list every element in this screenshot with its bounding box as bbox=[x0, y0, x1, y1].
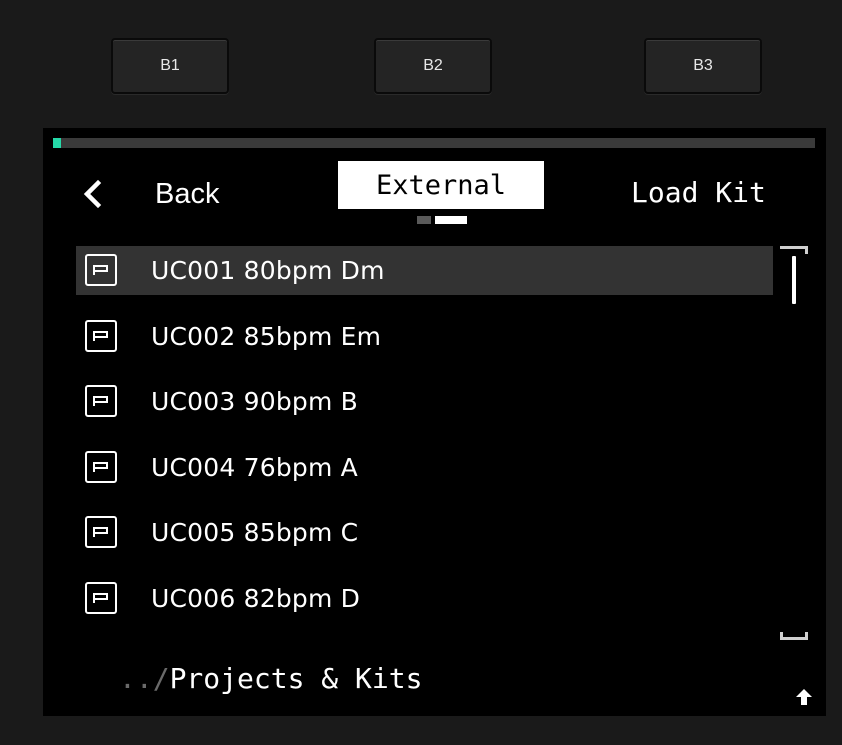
page-indicator-1 bbox=[417, 216, 431, 224]
hardware-button-b3[interactable]: B3 bbox=[644, 38, 762, 94]
preset-icon bbox=[85, 254, 117, 286]
preset-list: UC001 80bpm Dm UC002 85bpm Em UC003 90bp… bbox=[76, 246, 773, 640]
preset-icon bbox=[85, 385, 117, 418]
progress-bar-fill bbox=[53, 138, 61, 148]
list-item-label: UC006 82bpm D bbox=[151, 583, 361, 613]
list-item-label: UC002 85bpm Em bbox=[151, 321, 382, 351]
list-item[interactable]: UC001 80bpm Dm bbox=[76, 246, 773, 295]
preset-icon bbox=[85, 581, 117, 614]
scrollbar-bottom-cap bbox=[780, 632, 808, 640]
list-scrollbar[interactable] bbox=[777, 246, 811, 640]
list-item-label: UC004 76bpm A bbox=[151, 452, 358, 482]
list-item[interactable]: UC005 85bpm C bbox=[76, 508, 773, 557]
preset-icon bbox=[85, 516, 117, 549]
load-kit-button[interactable]: Load Kit bbox=[631, 172, 766, 212]
list-item[interactable]: UC002 85bpm Em bbox=[76, 312, 773, 361]
page-indicator-2 bbox=[435, 216, 467, 224]
breadcrumb-current: Projects & Kits bbox=[169, 662, 423, 695]
hardware-button-b2[interactable]: B2 bbox=[374, 38, 492, 94]
preset-icon bbox=[85, 319, 117, 352]
hardware-button-b1[interactable]: B1 bbox=[111, 38, 229, 94]
breadcrumb-parent: ../ bbox=[119, 662, 170, 695]
list-item[interactable]: UC004 76bpm A bbox=[76, 443, 773, 492]
chevron-left-icon bbox=[83, 179, 102, 209]
tab-external[interactable]: External bbox=[338, 161, 544, 209]
list-item-label: UC001 80bpm Dm bbox=[151, 256, 385, 285]
scrollbar-thumb[interactable] bbox=[792, 256, 796, 304]
scrollbar-top-cap bbox=[780, 246, 808, 254]
list-item[interactable]: UC003 90bpm B bbox=[76, 377, 773, 426]
back-label: Back bbox=[155, 177, 220, 210]
list-item[interactable]: UC006 82bpm D bbox=[76, 574, 773, 623]
arrow-up-icon[interactable] bbox=[793, 686, 815, 708]
breadcrumb[interactable]: ../Projects & Kits bbox=[119, 662, 422, 695]
progress-bar bbox=[53, 138, 815, 148]
list-item-label: UC003 90bpm B bbox=[151, 387, 359, 417]
list-item-label: UC005 85bpm C bbox=[151, 518, 359, 548]
back-button[interactable]: Back bbox=[81, 172, 219, 216]
device-panel: B1 B2 B3 Back External Load Kit UC001 80… bbox=[0, 0, 842, 745]
preset-icon bbox=[85, 450, 117, 483]
display-screen: Back External Load Kit UC001 80bpm Dm UC… bbox=[43, 128, 826, 716]
